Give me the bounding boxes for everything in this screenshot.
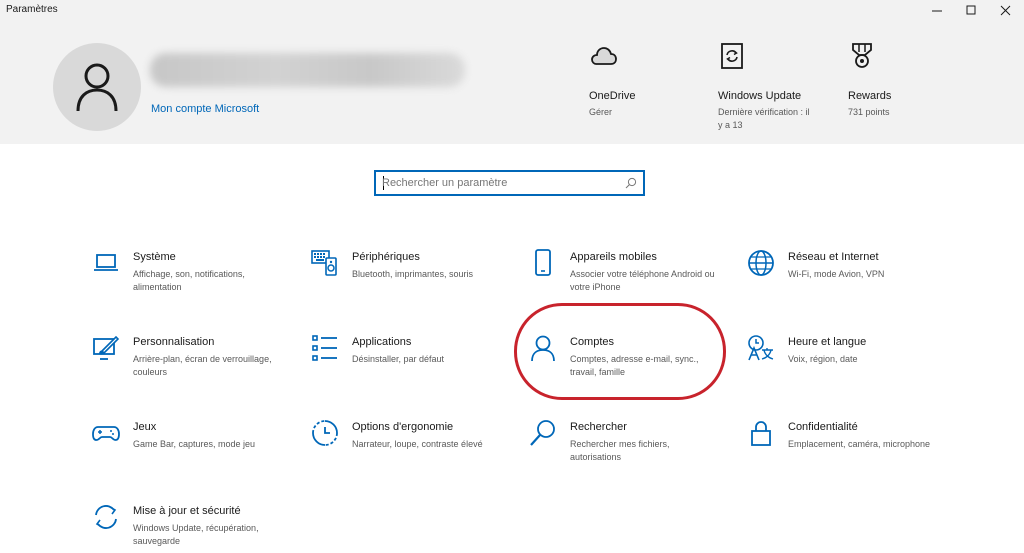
window-title: Paramètres (6, 4, 58, 15)
rewards-points: 731 points (848, 107, 890, 117)
search-icon (529, 419, 557, 447)
search-input[interactable] (382, 175, 622, 191)
category-personalization[interactable]: Personnalisation Arrière-plan, écran de … (92, 334, 292, 398)
onedrive-title: OneDrive (589, 90, 636, 102)
category-name: Périphériques (352, 251, 420, 263)
category-name: Appareils mobiles (570, 251, 657, 263)
category-desc: Associer votre téléphone Android ou votr… (570, 269, 715, 292)
windows-update-icon (718, 42, 746, 70)
category-desc: Désinstaller, par défaut (352, 354, 445, 364)
category-name: Système (133, 251, 176, 263)
category-desc: Windows Update, récupération, sauvegarde (133, 523, 259, 546)
person-icon (529, 334, 557, 362)
ease-of-access-icon (311, 419, 339, 447)
magnifier-icon[interactable] (625, 177, 637, 189)
category-desc: Narrateur, loupe, contraste élevé (352, 439, 483, 449)
category-name: Options d'ergonomie (352, 421, 454, 433)
phone-icon (529, 249, 557, 277)
category-desc: Wi-Fi, mode Avion, VPN (788, 269, 885, 279)
rewards-medal-icon (848, 42, 876, 70)
onedrive-item[interactable]: OneDrive Gérer (589, 42, 635, 119)
category-name: Rechercher (570, 421, 627, 433)
category-apps[interactable]: Applications Désinstaller, par défaut (311, 334, 511, 398)
category-ease-of-access[interactable]: Options d'ergonomie Narrateur, loupe, co… (311, 419, 511, 483)
paint-icon (92, 334, 120, 362)
category-system[interactable]: Système Affichage, son, notifications, a… (92, 249, 292, 313)
windows-update-title: Windows Update (718, 90, 802, 102)
account-header: Mon compte Microsoft OneDrive Gérer Wind… (0, 20, 1024, 144)
avatar[interactable] (53, 43, 141, 131)
category-name: Applications (352, 336, 412, 348)
minimize-icon (931, 10, 942, 11)
category-search[interactable]: Rechercher Rechercher mes fichiers, auto… (529, 419, 729, 483)
title-bar: Paramètres (0, 0, 1024, 20)
category-update-security[interactable]: Mise à jour et sécurité Windows Update, … (92, 503, 292, 553)
category-name: Réseau et Internet (788, 251, 879, 263)
category-name: Jeux (133, 421, 157, 433)
laptop-icon (92, 249, 120, 277)
category-gaming[interactable]: Jeux Game Bar, captures, mode jeu (92, 419, 292, 483)
maximize-icon (966, 5, 975, 14)
rewards-item[interactable]: Rewards 731 points (848, 42, 891, 119)
category-desc: Voix, région, date (788, 354, 858, 364)
search-box[interactable] (374, 170, 645, 196)
category-desc: Comptes, adresse e-mail, sync., travail,… (570, 354, 699, 377)
lock-icon (747, 419, 775, 447)
blurred-account-name (150, 53, 465, 87)
category-name: Personnalisation (133, 336, 215, 348)
apps-list-icon (311, 334, 339, 362)
category-accounts[interactable]: Comptes Comptes, adresse e-mail, sync., … (529, 334, 729, 398)
close-button[interactable] (988, 0, 1022, 20)
category-desc: Emplacement, caméra, microphone (788, 439, 931, 449)
category-desc: Arrière-plan, écran de verrouillage, cou… (133, 354, 272, 377)
category-desc: Game Bar, captures, mode jeu (133, 439, 256, 449)
category-desc: Bluetooth, imprimantes, souris (352, 269, 474, 279)
user-icon (76, 63, 118, 112)
category-desc: Affichage, son, notifications, alimentat… (133, 269, 245, 292)
close-icon (1000, 5, 1010, 15)
minimize-button[interactable] (920, 0, 954, 20)
windows-update-item[interactable]: Windows Update Dernière vérification : i… (718, 42, 810, 132)
gamepad-icon (92, 419, 120, 447)
globe-icon (747, 249, 775, 277)
category-name: Heure et langue (788, 336, 867, 348)
category-network[interactable]: Réseau et Internet Wi-Fi, mode Avion, VP… (747, 249, 947, 313)
microsoft-account-link[interactable]: Mon compte Microsoft (151, 103, 259, 115)
time-language-icon (747, 334, 775, 362)
sync-icon (92, 503, 120, 531)
category-devices[interactable]: Périphériques Bluetooth, imprimantes, so… (311, 249, 511, 313)
category-privacy[interactable]: Confidentialité Emplacement, caméra, mic… (747, 419, 947, 483)
category-name: Mise à jour et sécurité (133, 505, 241, 517)
category-mobile-devices[interactable]: Appareils mobiles Associer votre télépho… (529, 249, 729, 313)
category-name: Comptes (570, 336, 615, 348)
rewards-title: Rewards (848, 90, 892, 102)
cloud-icon (589, 42, 617, 70)
onedrive-subtitle: Gérer (589, 107, 613, 117)
windows-update-subtitle: Dernière vérification : il y a 13 (718, 107, 810, 130)
devices-icon (311, 249, 339, 277)
category-desc: Rechercher mes fichiers, autorisations (570, 439, 670, 462)
category-time-language[interactable]: Heure et langue Voix, région, date (747, 334, 947, 398)
maximize-button[interactable] (954, 0, 988, 20)
category-name: Confidentialité (788, 421, 858, 433)
